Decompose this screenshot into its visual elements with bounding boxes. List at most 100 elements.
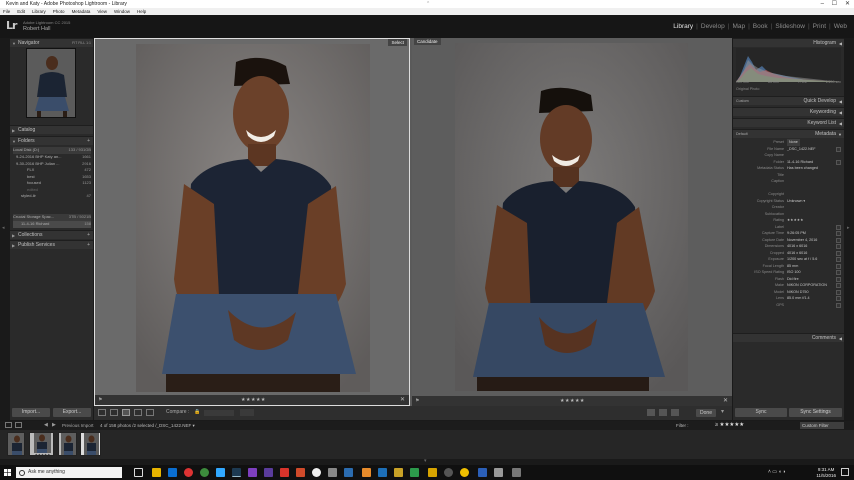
windows-start-icon[interactable] bbox=[4, 469, 11, 476]
candidate-pane[interactable]: Candidate ⚑ ★★★★★ ✕ bbox=[412, 38, 732, 406]
filmstrip-info[interactable]: 4 of 158 photos /2 selected /_DSC_1422.N… bbox=[100, 423, 195, 429]
navigator-preview[interactable] bbox=[26, 48, 76, 118]
make-select-icon[interactable] bbox=[671, 409, 679, 416]
menu-file[interactable]: File bbox=[3, 8, 10, 15]
app-amber-icon[interactable] bbox=[362, 468, 371, 477]
filmstrip-thumbnail-active[interactable] bbox=[80, 432, 101, 456]
menu-window[interactable]: Window bbox=[114, 8, 130, 15]
add-publish-service-icon[interactable]: + bbox=[87, 241, 90, 250]
right-panel-toggle-icon[interactable]: ▸ bbox=[847, 225, 850, 231]
navigator-header[interactable]: ▼ Navigator FIT FILL 1:1 bbox=[10, 38, 93, 47]
select-close-icon[interactable]: ✕ bbox=[400, 396, 405, 403]
app-misc-icon[interactable] bbox=[512, 468, 521, 477]
lock-icon[interactable]: 🔒 bbox=[194, 409, 200, 415]
swap-button[interactable] bbox=[240, 409, 254, 416]
menu-library[interactable]: Library bbox=[32, 8, 46, 15]
metadata-action-icon[interactable] bbox=[836, 289, 841, 295]
folder-row[interactable]: styled-ilr 47 bbox=[13, 193, 91, 200]
acrobat-icon[interactable] bbox=[280, 468, 289, 477]
secondary-window-icon[interactable] bbox=[5, 422, 12, 428]
metadata-action-icon[interactable] bbox=[836, 276, 841, 282]
metadata-action-icon[interactable] bbox=[836, 224, 841, 230]
filmstrip-thumbnail-selected[interactable]: ★★★★★ bbox=[29, 432, 54, 456]
export-button[interactable]: Export... bbox=[53, 408, 91, 417]
grid-toggle-icon[interactable] bbox=[15, 422, 22, 428]
add-collection-icon[interactable]: + bbox=[87, 231, 90, 240]
sticky-notes-icon[interactable] bbox=[428, 468, 437, 477]
filter-rating-stars[interactable]: ≥ ★★★★★ bbox=[715, 422, 744, 428]
module-slideshow[interactable]: Slideshow bbox=[773, 23, 807, 30]
lightroom-taskbar-icon[interactable] bbox=[232, 468, 241, 477]
filmstrip-thumbnail-selected[interactable] bbox=[58, 432, 77, 456]
menu-metadata[interactable]: Metadata bbox=[72, 8, 91, 15]
task-view-icon[interactable] bbox=[134, 468, 143, 477]
module-library[interactable]: Library bbox=[671, 23, 695, 30]
add-folder-icon[interactable]: + bbox=[87, 137, 90, 146]
metadata-action-icon[interactable] bbox=[836, 270, 841, 275]
done-button[interactable]: Done bbox=[696, 408, 716, 417]
metadata-action-icon[interactable] bbox=[836, 231, 841, 236]
collections-header[interactable]: ▶ Collections + bbox=[10, 230, 93, 239]
zoom-slider[interactable] bbox=[204, 410, 234, 416]
after-effects-icon[interactable] bbox=[264, 468, 273, 477]
module-web[interactable]: Web bbox=[832, 23, 849, 30]
candidate-close-icon[interactable]: ✕ bbox=[723, 397, 728, 404]
back-arrow-icon[interactable]: ◀ bbox=[44, 422, 48, 428]
photoshop-icon[interactable] bbox=[216, 468, 225, 477]
compare-view-icon[interactable] bbox=[122, 409, 130, 416]
metadata-action-icon[interactable] bbox=[836, 237, 841, 243]
minimize-icon[interactable]: – bbox=[821, 0, 824, 8]
app-green-icon[interactable] bbox=[200, 468, 209, 477]
custom-filter-select[interactable]: Custom Filter bbox=[800, 422, 844, 429]
metadata-action-icon[interactable] bbox=[836, 302, 841, 308]
app-yellow-icon[interactable] bbox=[394, 468, 403, 477]
publish-services-header[interactable]: ▶ Publish Services + bbox=[10, 240, 93, 249]
folder-row-selected[interactable]: 11-4-16 Richard 158 bbox=[13, 221, 91, 228]
app-orange-icon[interactable] bbox=[296, 468, 305, 477]
app-gray-icon[interactable] bbox=[328, 468, 337, 477]
filmstrip-thumbnail[interactable] bbox=[7, 432, 25, 456]
app-green-square-icon[interactable] bbox=[410, 468, 419, 477]
metadata-action-icon[interactable] bbox=[836, 263, 841, 269]
system-tray-icons[interactable]: ˄ ▭ ◖ ◗ bbox=[768, 469, 786, 475]
module-map[interactable]: Map bbox=[730, 23, 747, 30]
app-x-icon[interactable] bbox=[494, 468, 503, 477]
histogram-graph[interactable] bbox=[736, 48, 841, 82]
menu-edit[interactable]: Edit bbox=[17, 8, 25, 15]
saved-preset-select[interactable]: Custom bbox=[736, 97, 749, 106]
menu-view[interactable]: View bbox=[97, 8, 107, 15]
left-panel-toggle-icon[interactable]: ◂ bbox=[2, 225, 5, 231]
folders-header[interactable]: ▼ Folders + bbox=[10, 136, 93, 145]
metadata-action-icon[interactable] bbox=[836, 257, 841, 262]
close-window-icon[interactable]: ✕ bbox=[845, 0, 850, 8]
metadata-action-icon[interactable] bbox=[836, 283, 841, 288]
loupe-view-icon[interactable] bbox=[110, 409, 118, 416]
next-photo-icon[interactable] bbox=[659, 409, 667, 416]
survey-view-icon[interactable] bbox=[134, 409, 142, 416]
candidate-rating-stars[interactable]: ★★★★★ bbox=[560, 398, 585, 404]
metadata-action-icon[interactable] bbox=[836, 296, 841, 301]
taskbar-clock[interactable]: 9:31 AM 11/5/2016 bbox=[816, 467, 836, 478]
grid-view-icon[interactable] bbox=[98, 409, 106, 416]
select-pane[interactable]: Select ⚑ ★★★★★ ✕ bbox=[94, 38, 410, 406]
flag-icon[interactable]: ⚑ bbox=[415, 398, 419, 404]
import-button[interactable]: Import... bbox=[12, 408, 50, 417]
app-blue-icon[interactable] bbox=[344, 468, 353, 477]
module-book[interactable]: Book bbox=[751, 23, 770, 30]
metadata-action-icon[interactable] bbox=[836, 159, 841, 165]
action-center-icon[interactable] bbox=[841, 468, 849, 476]
metadata-preset-select[interactable]: Default bbox=[736, 130, 748, 139]
navigator-zoom-options[interactable]: FIT FILL 1:1 bbox=[72, 39, 91, 48]
keywording-header[interactable]: Keywording ◀ bbox=[733, 107, 844, 116]
flag-icon[interactable]: ⚑ bbox=[98, 397, 102, 403]
metadata-action-icon[interactable] bbox=[836, 244, 841, 249]
metadata-header[interactable]: Default Metadata ▼ bbox=[733, 129, 844, 138]
sync-button[interactable]: Sync bbox=[735, 408, 787, 417]
outlook-icon[interactable] bbox=[378, 468, 387, 477]
maximize-icon[interactable]: ☐ bbox=[832, 0, 837, 8]
forward-arrow-icon[interactable]: ▶ bbox=[52, 422, 56, 428]
volume-crucial-storage[interactable]: Crucial Storage Spac... 3TB / 5021B bbox=[13, 214, 91, 221]
select-photo[interactable] bbox=[136, 44, 370, 392]
file-explorer-icon[interactable] bbox=[152, 468, 161, 477]
title-bar-handle[interactable]: ⌃ bbox=[426, 0, 430, 8]
